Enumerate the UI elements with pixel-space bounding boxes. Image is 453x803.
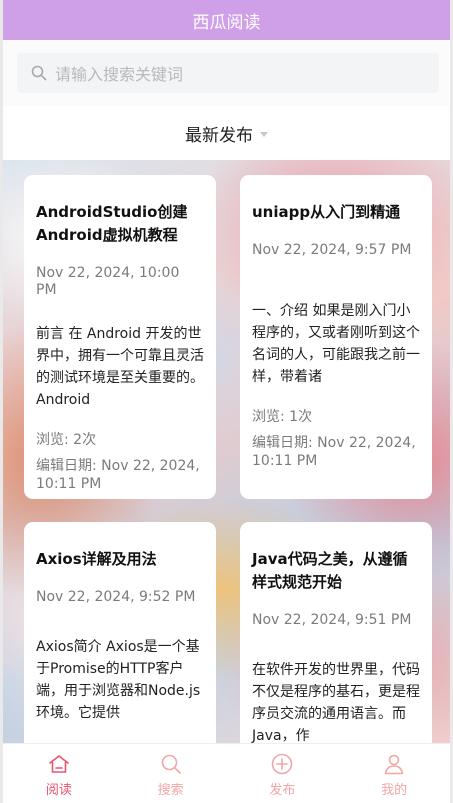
article-edited-date: 编辑日期: Nov 22, 2024, 10:11 PM: [252, 435, 416, 469]
tab-search[interactable]: 搜索: [115, 744, 227, 803]
article-date: Nov 22, 2024, 10:00 PM: [36, 265, 180, 298]
tab-label: 我的: [381, 783, 408, 798]
user-icon: [384, 754, 404, 775]
article-card[interactable]: Axios详解及用法 Nov 22, 2024, 9:52 PM Axios简介…: [24, 522, 216, 743]
tab-label: 发布: [269, 783, 296, 798]
article-date: Nov 22, 2024, 9:52 PM: [36, 589, 196, 605]
article-date: Nov 22, 2024, 9:51 PM: [252, 612, 412, 628]
article-date: Nov 22, 2024, 9:57 PM: [252, 242, 412, 258]
tab-label: 搜索: [157, 783, 184, 798]
article-title: Java代码之美，从遵循样式规范开始: [252, 550, 408, 591]
article-excerpt: 前言 在 Android 开发的世界中，拥有一个可靠且灵活的测试环境是至关重要的…: [36, 326, 204, 408]
app-title: 西瓜阅读: [192, 12, 261, 33]
tab-label: 阅读: [45, 783, 72, 798]
article-card[interactable]: uniapp从入门到精通 Nov 22, 2024, 9:57 PM 一、介绍 …: [240, 175, 432, 499]
article-title: AndroidStudio创建Android虚拟机教程: [36, 203, 188, 244]
article-views: 浏览: 1次: [252, 409, 313, 425]
article-title: Axios详解及用法: [36, 550, 157, 568]
app-header: 西瓜阅读: [3, 0, 450, 40]
article-excerpt: Axios简介 Axios是一个基于Promise的HTTP客户端，用于浏览器和…: [36, 639, 201, 721]
tab-read[interactable]: 阅读: [3, 744, 115, 803]
app-frame: 西瓜阅读 请输入搜索关键词 最新发布 AndroidStudio创建Androi…: [0, 0, 453, 803]
article-title: uniapp从入门到精通: [252, 203, 401, 221]
search-placeholder: 请输入搜索关键词: [55, 65, 184, 84]
article-grid: AndroidStudio创建Android虚拟机教程 Nov 22, 2024…: [3, 160, 450, 743]
sort-dropdown-label: 最新发布: [185, 125, 253, 146]
article-excerpt: 一、介绍 如果是刚入门小程序的，又或者刚听到这个名词的人，可能跟我之前一样，带着…: [252, 303, 420, 385]
plus-circle-icon: [272, 753, 293, 775]
bottom-tab-bar: 阅读 搜索 发布 我的: [3, 743, 450, 803]
article-excerpt: 在软件开发的世界里，代码不仅是程序的基石，更是程序员交流的通用语言。而Java，…: [252, 662, 420, 743]
search-input[interactable]: 请输入搜索关键词: [17, 53, 439, 93]
search-icon: [161, 754, 181, 774]
article-views: 浏览: 2次: [36, 432, 97, 448]
search-bar: 请输入搜索关键词: [3, 40, 450, 106]
home-icon: [49, 755, 69, 773]
caret-down-icon: [260, 132, 268, 137]
tab-publish[interactable]: 发布: [227, 744, 339, 803]
search-icon: [31, 65, 47, 81]
article-edited-date: 编辑日期: Nov 22, 2024, 10:11 PM: [36, 458, 200, 492]
article-card[interactable]: Java代码之美，从遵循样式规范开始 Nov 22, 2024, 9:51 PM…: [240, 522, 432, 743]
article-card[interactable]: AndroidStudio创建Android虚拟机教程 Nov 22, 2024…: [24, 175, 216, 499]
sort-dropdown[interactable]: 最新发布: [3, 106, 450, 160]
tab-profile[interactable]: 我的: [338, 744, 450, 803]
